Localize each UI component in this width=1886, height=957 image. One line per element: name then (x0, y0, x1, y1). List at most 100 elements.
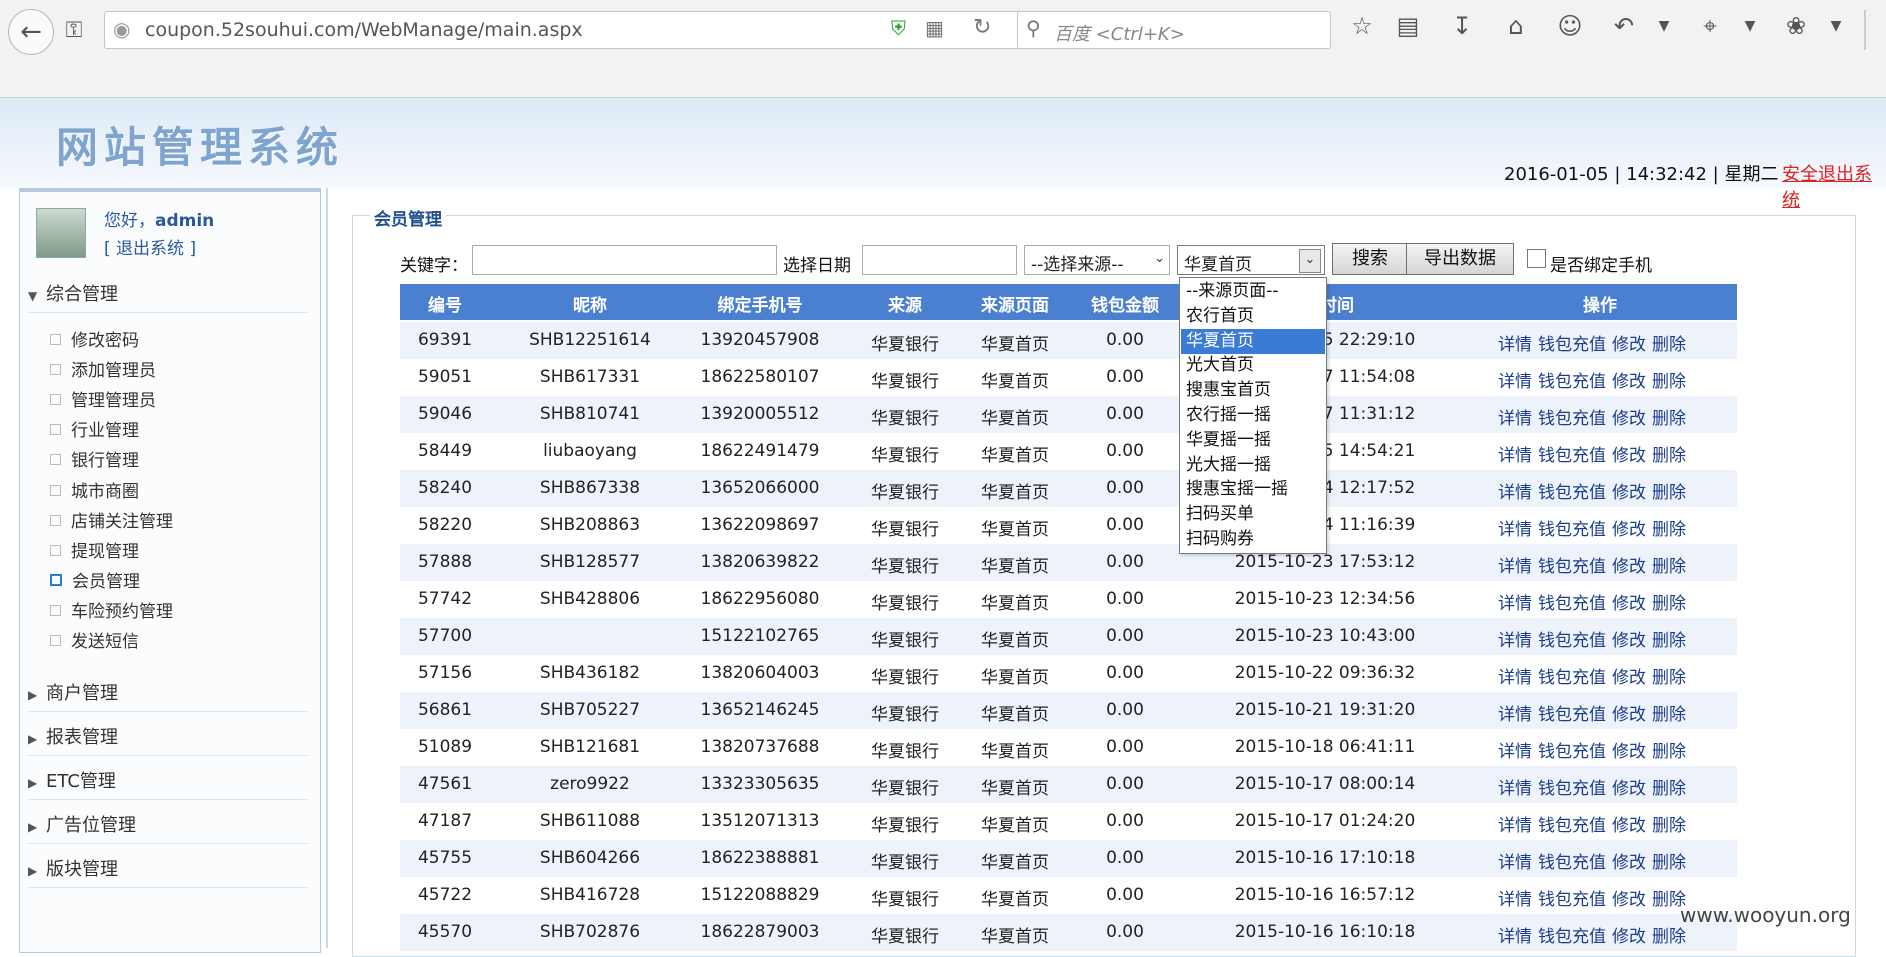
reading-list-icon[interactable]: ▤ (1392, 12, 1424, 40)
detail-link[interactable]: 详情 (1498, 742, 1532, 762)
detail-link[interactable]: 详情 (1498, 557, 1532, 577)
sidebar-item-2[interactable]: 管理管理员 (50, 386, 156, 411)
edit-link[interactable]: 修改 (1612, 890, 1646, 910)
sidebar-section-4[interactable]: ▶ 广告位管理 (28, 811, 308, 845)
chevron-down-icon[interactable]: ▼ (1734, 18, 1766, 34)
dropdown-option[interactable]: 华夏摇一摇 (1181, 428, 1325, 453)
detail-link[interactable]: 详情 (1498, 668, 1532, 688)
dropdown-option[interactable]: --来源页面-- (1181, 279, 1325, 304)
sidebar-item-10[interactable]: 发送短信 (50, 627, 139, 652)
bind-phone-checkbox[interactable] (1527, 249, 1546, 268)
source-select[interactable]: --选择来源-- ⌄ (1024, 245, 1170, 275)
edit-link[interactable]: 修改 (1612, 372, 1646, 392)
detail-link[interactable]: 详情 (1498, 705, 1532, 725)
undo-icon[interactable]: ↶ (1608, 12, 1640, 40)
recharge-link[interactable]: 钱包充值 (1538, 890, 1606, 910)
delete-link[interactable]: 删除 (1652, 594, 1686, 614)
edit-link[interactable]: 修改 (1612, 742, 1646, 762)
edit-link[interactable]: 修改 (1612, 483, 1646, 503)
sidebar-logout-link[interactable]: [ 退出系统 ] (104, 234, 196, 259)
delete-link[interactable]: 删除 (1652, 705, 1686, 725)
edit-link[interactable]: 修改 (1612, 816, 1646, 836)
edit-link[interactable]: 修改 (1612, 335, 1646, 355)
dropdown-option[interactable]: 光大首页 (1181, 353, 1325, 378)
sidebar-item-3[interactable]: 行业管理 (50, 416, 139, 441)
sidebar-item-4[interactable]: 银行管理 (50, 446, 139, 471)
dropdown-option[interactable]: 搜惠宝首页 (1181, 378, 1325, 403)
delete-link[interactable]: 删除 (1652, 742, 1686, 762)
crop-icon[interactable]: ⌖ (1694, 12, 1726, 40)
bookmark-star-icon[interactable]: ☆ (1346, 12, 1378, 40)
sidebar-item-9[interactable]: 车险预约管理 (50, 597, 173, 622)
edit-link[interactable]: 修改 (1612, 853, 1646, 873)
detail-link[interactable]: 详情 (1498, 890, 1532, 910)
recharge-link[interactable]: 钱包充值 (1538, 557, 1606, 577)
dropdown-option[interactable]: 扫码购券 (1181, 527, 1325, 552)
delete-link[interactable]: 删除 (1652, 483, 1686, 503)
recharge-link[interactable]: 钱包充值 (1538, 409, 1606, 429)
search-box[interactable]: ⚲ 百度 <Ctrl+K> (1017, 11, 1331, 49)
detail-link[interactable]: 详情 (1498, 520, 1532, 540)
delete-link[interactable]: 删除 (1652, 372, 1686, 392)
edit-link[interactable]: 修改 (1612, 446, 1646, 466)
download-icon[interactable]: ↧ (1446, 12, 1478, 40)
qr-code-icon[interactable]: ▦ (925, 16, 944, 40)
dropdown-option[interactable]: 农行首页 (1181, 304, 1325, 329)
home-icon[interactable]: ⌂ (1500, 12, 1532, 40)
recharge-link[interactable]: 钱包充值 (1538, 446, 1606, 466)
edit-link[interactable]: 修改 (1612, 705, 1646, 725)
sidebar-item-1[interactable]: 添加管理员 (50, 356, 156, 381)
export-button[interactable]: 导出数据 (1406, 243, 1514, 275)
sidebar-item-0[interactable]: 修改密码 (50, 326, 139, 351)
reload-icon[interactable]: ↻ (973, 15, 991, 40)
dropdown-option[interactable]: 光大摇一摇 (1181, 453, 1325, 478)
edit-link[interactable]: 修改 (1612, 668, 1646, 688)
sidebar-item-7[interactable]: 提现管理 (50, 537, 139, 562)
delete-link[interactable]: 删除 (1652, 927, 1686, 947)
edit-link[interactable]: 修改 (1612, 520, 1646, 540)
dropdown-option[interactable]: 华夏首页 (1181, 328, 1325, 354)
back-button[interactable]: ← (8, 9, 54, 55)
detail-link[interactable]: 详情 (1498, 927, 1532, 947)
sidebar-section-2[interactable]: ▶ 报表管理 (28, 723, 308, 757)
detail-link[interactable]: 详情 (1498, 779, 1532, 799)
recharge-link[interactable]: 钱包充值 (1538, 927, 1606, 947)
detail-link[interactable]: 详情 (1498, 853, 1532, 873)
sidebar-item-8[interactable]: 会员管理 (50, 567, 140, 592)
recharge-link[interactable]: 钱包充值 (1538, 335, 1606, 355)
edit-link[interactable]: 修改 (1612, 779, 1646, 799)
smiley-icon[interactable]: ☺ (1554, 12, 1586, 40)
delete-link[interactable]: 删除 (1652, 409, 1686, 429)
date-input[interactable] (862, 245, 1017, 275)
detail-link[interactable]: 详情 (1498, 816, 1532, 836)
edit-link[interactable]: 修改 (1612, 557, 1646, 577)
recharge-link[interactable]: 钱包充值 (1538, 779, 1606, 799)
chevron-down-icon[interactable]: ▼ (1648, 18, 1680, 34)
recharge-link[interactable]: 钱包充值 (1538, 668, 1606, 688)
delete-link[interactable]: 删除 (1652, 557, 1686, 577)
delete-link[interactable]: 删除 (1652, 520, 1686, 540)
detail-link[interactable]: 详情 (1498, 483, 1532, 503)
recharge-link[interactable]: 钱包充值 (1538, 705, 1606, 725)
sidebar-item-5[interactable]: 城市商圈 (50, 477, 139, 502)
dropdown-option[interactable]: 搜惠宝摇一摇 (1181, 477, 1325, 502)
edit-link[interactable]: 修改 (1612, 927, 1646, 947)
edit-link[interactable]: 修改 (1612, 409, 1646, 429)
delete-link[interactable]: 删除 (1652, 446, 1686, 466)
chevron-down-icon[interactable]: ▼ (1820, 18, 1852, 34)
recharge-link[interactable]: 钱包充值 (1538, 816, 1606, 836)
detail-link[interactable]: 详情 (1498, 372, 1532, 392)
sidebar-section-0[interactable]: ▼ 综合管理 (28, 280, 308, 313)
dropdown-option[interactable]: 扫码买单 (1181, 502, 1325, 527)
delete-link[interactable]: 删除 (1652, 779, 1686, 799)
sidebar-item-6[interactable]: 店铺关注管理 (50, 507, 173, 532)
edit-link[interactable]: 修改 (1612, 631, 1646, 651)
sidebar-section-3[interactable]: ▶ ETC管理 (28, 767, 308, 801)
sidebar-section-1[interactable]: ▶ 商户管理 (28, 679, 308, 713)
recharge-link[interactable]: 钱包充值 (1538, 372, 1606, 392)
safe-logout-link[interactable]: 安全退出系统 (1782, 160, 1886, 212)
detail-link[interactable]: 详情 (1498, 409, 1532, 429)
edit-link[interactable]: 修改 (1612, 594, 1646, 614)
delete-link[interactable]: 删除 (1652, 668, 1686, 688)
delete-link[interactable]: 删除 (1652, 853, 1686, 873)
